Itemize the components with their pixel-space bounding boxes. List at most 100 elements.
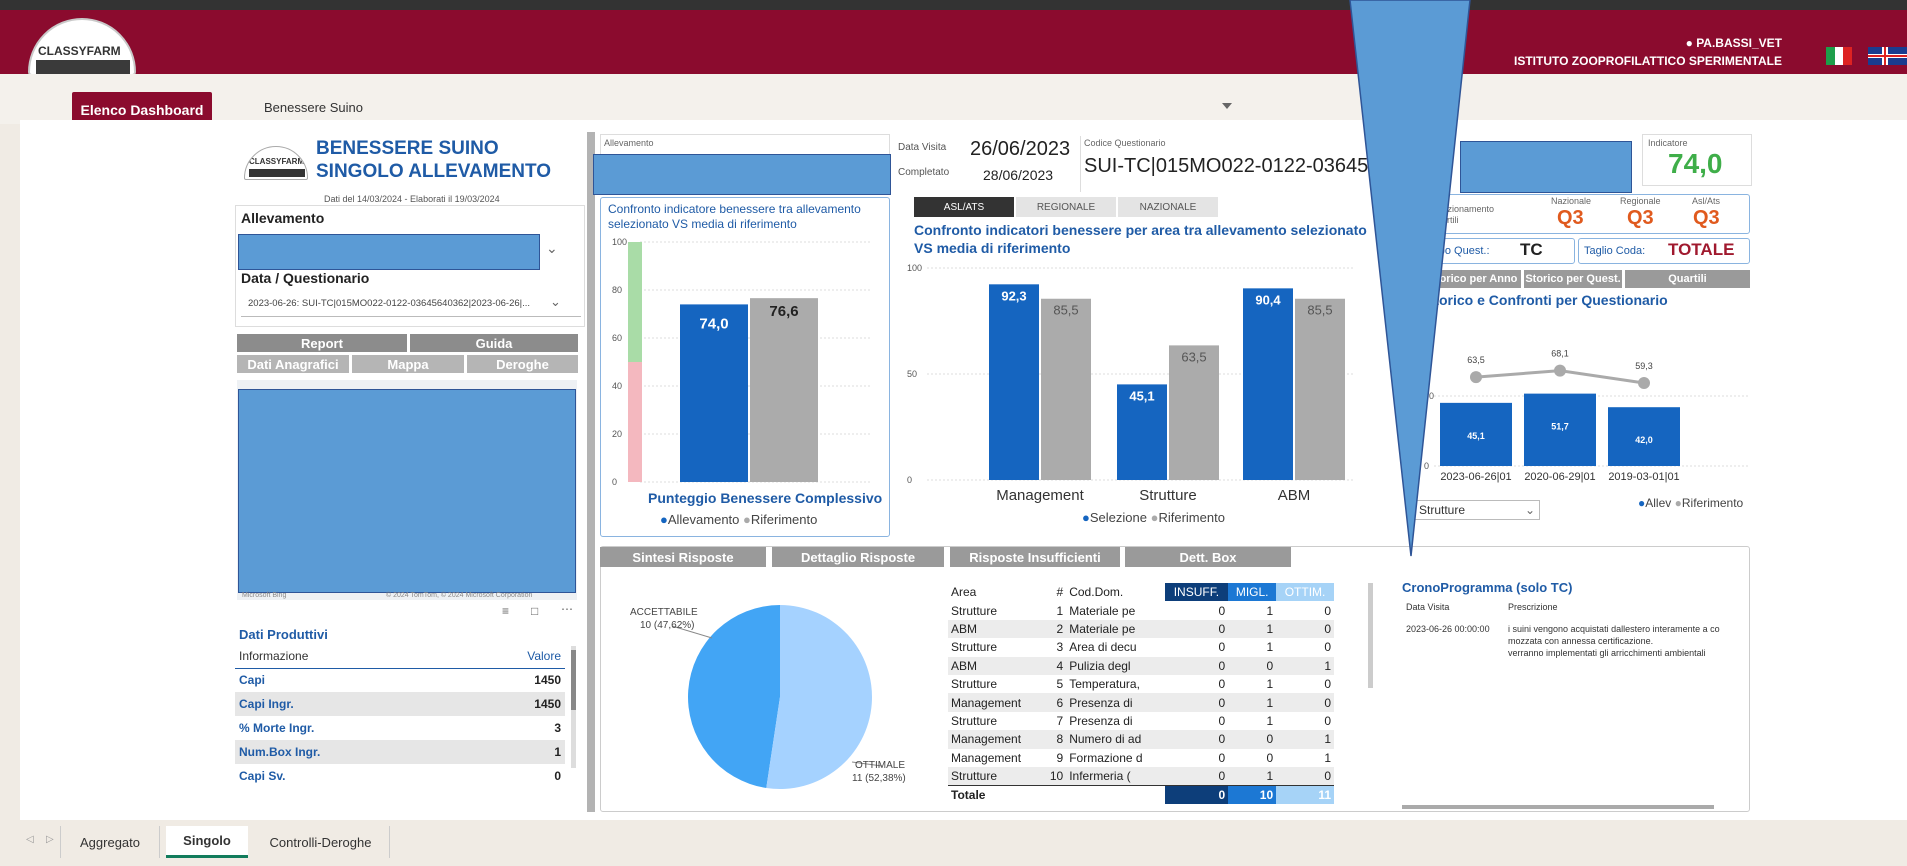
taglio-label: Taglio Coda:: [1584, 245, 1646, 257]
table-row[interactable]: ABM 2 Materiale pe 0 1 0: [948, 619, 1334, 639]
divider: [1080, 136, 1081, 192]
crono-header[interactable]: Prescrizione: [1508, 602, 1558, 612]
table-row: Capi 1450: [235, 668, 565, 692]
cell-num: 1: [1056, 603, 1064, 618]
chevron-down-icon[interactable]: ⌄: [550, 294, 561, 310]
total-migl: 10: [1228, 785, 1277, 804]
legend-riferimento: Riferimento: [750, 512, 818, 527]
column-header[interactable]: Informazione: [235, 644, 460, 668]
column-header[interactable]: INSUFF.: [1164, 583, 1229, 602]
table-scrollbar[interactable]: [571, 646, 576, 768]
row-value: 1450: [534, 697, 561, 711]
table-row[interactable]: Management 8 Numero di ad 0 0 1: [948, 730, 1334, 749]
chart1-plot[interactable]: 0 20 40 60 80 100 74,0 76,6: [600, 230, 890, 510]
cell-ottim: 0: [1324, 768, 1331, 783]
allevamento-card-label: Allevamento: [604, 138, 654, 148]
table-row[interactable]: Strutture 10 Infermeria (0 1 0: [948, 766, 1334, 786]
data-label: 90,4: [1255, 292, 1281, 307]
table-scrollbar[interactable]: [1368, 583, 1373, 688]
cell-insuff: 0: [1218, 768, 1226, 783]
cell-migl: 1: [1266, 621, 1274, 636]
column-header[interactable]: OTTIM.: [1276, 583, 1334, 602]
logo-text: CLASSYFARM: [38, 44, 121, 58]
table-row[interactable]: Management 9 Formazione d 0 0 1: [948, 748, 1334, 767]
dettaglio-risposte-button[interactable]: Dettaglio Risposte: [772, 547, 944, 567]
bar-selezione: [1243, 288, 1293, 480]
filter-icon[interactable]: ≡: [502, 604, 509, 618]
cell-num: 2: [1056, 621, 1064, 636]
dashboard-select-value[interactable]: Benessere Suino: [264, 100, 363, 115]
data-label: 68,1: [1551, 349, 1569, 359]
focus-mode-icon[interactable]: □: [531, 604, 538, 618]
bar-riferimento: [1295, 298, 1345, 480]
indicatore-label: Indicatore: [1648, 138, 1688, 148]
chart2-plot[interactable]: 0 50 100 92,3 85,5 Management 45,1 63,5 Struttur…: [905, 262, 1365, 512]
cell-cod: Materiale pe: [1069, 603, 1136, 618]
column-header[interactable]: #: [1042, 583, 1066, 601]
column-header[interactable]: Cod.Dom.: [1066, 583, 1164, 601]
column-header[interactable]: Valore: [460, 644, 565, 668]
cell-ottim: 0: [1324, 621, 1331, 636]
tab-prev-icon[interactable]: ◁: [26, 834, 34, 845]
tab-controlli-deroghe[interactable]: Controlli-Deroghe: [252, 826, 390, 858]
tab-singolo[interactable]: Singolo: [166, 826, 248, 858]
quartili-button[interactable]: Quartili: [1625, 270, 1750, 288]
cell-area: Strutture: [951, 768, 998, 783]
table-row[interactable]: Strutture 5 Temperatura, 0 1 0: [948, 674, 1334, 694]
crono-header[interactable]: Data Visita: [1406, 602, 1449, 612]
x-tick-label: 2019-03-01|01: [1608, 471, 1679, 483]
dett-box-button[interactable]: Dett. Box: [1125, 547, 1291, 567]
allevamento-card-redacted: [593, 154, 891, 195]
column-header[interactable]: Area: [948, 583, 1042, 601]
cell-migl: 1: [1266, 713, 1274, 728]
cell-ottim: 1: [1324, 750, 1331, 765]
tab-asl-ats[interactable]: ASL/ATS: [914, 197, 1014, 217]
completato-label: Completato: [898, 167, 950, 178]
table-row[interactable]: Strutture 1 Materiale pe 0 1 0: [948, 601, 1334, 620]
chevron-down-icon[interactable]: [1222, 103, 1232, 109]
column-header[interactable]: MIGL.: [1228, 583, 1277, 602]
cell-cod: Infermeria (: [1069, 768, 1131, 783]
tab-regionale[interactable]: REGIONALE: [1016, 197, 1116, 217]
table-row[interactable]: Strutture 3 Area di decu 0 1 0: [948, 638, 1334, 657]
risposte-insufficienti-button[interactable]: Risposte Insufficienti: [950, 547, 1120, 567]
total-insuff: 0: [1164, 785, 1229, 804]
uk-flag-icon[interactable]: [1868, 47, 1907, 65]
report-button[interactable]: Report: [237, 334, 407, 352]
chart2-legend: ●Selezione ●Riferimento: [1082, 510, 1225, 525]
tab-nazionale[interactable]: NAZIONALE: [1118, 197, 1218, 217]
storico-quest-button[interactable]: Storico per Quest.: [1524, 270, 1622, 288]
table-row: Capi Sv. 0: [235, 764, 565, 788]
deroghe-button[interactable]: Deroghe: [467, 355, 578, 373]
table-row[interactable]: ABM 4 Pulizia degl 0 0 1: [948, 656, 1334, 675]
chevron-down-icon[interactable]: ⌄: [546, 240, 558, 257]
dati-anagrafici-button[interactable]: Dati Anagrafici: [237, 355, 349, 373]
cell-area: ABM: [951, 658, 978, 673]
more-options-icon[interactable]: ⋯: [561, 602, 573, 616]
nazionale-header: Nazionale: [1551, 196, 1592, 206]
cell-insuff: 0: [1218, 621, 1226, 636]
cell-ottim: 1: [1324, 732, 1331, 747]
user-name[interactable]: PA.BASSI_VET: [1696, 36, 1782, 50]
cell-cod: Formazione d: [1069, 750, 1143, 765]
cell-num: 6: [1056, 695, 1064, 710]
tab-next-icon[interactable]: ▷: [46, 834, 54, 845]
italian-flag-icon[interactable]: [1826, 47, 1853, 65]
tab-aggregato[interactable]: Aggregato: [60, 826, 160, 858]
questionario-select[interactable]: 2023-06-26: SUI-TC|015MO022-0122-0364564…: [248, 298, 548, 309]
data-label: 45,1: [1129, 388, 1154, 403]
sintesi-risposte-button[interactable]: Sintesi Risposte: [600, 547, 766, 567]
crono-table: Data Visita Prescrizione 2023-06-26 00:0…: [1402, 598, 1748, 662]
data-visita-label: Data Visita: [898, 142, 947, 153]
pie-label-ottimale: OTTIMALE: [855, 760, 906, 771]
cell-area: Strutture: [951, 640, 998, 655]
table-row[interactable]: Management 6 Presenza di 0 1 0: [948, 693, 1334, 712]
total-row: Totale 0 10 11: [948, 785, 1334, 804]
crono-scrollbar[interactable]: [1402, 805, 1714, 809]
cell-migl: 0: [1266, 750, 1274, 765]
guida-button[interactable]: Guida: [410, 334, 578, 352]
user-icon: ●: [1685, 36, 1697, 50]
mappa-button[interactable]: Mappa: [352, 355, 464, 373]
table-row[interactable]: Strutture 7 Presenza di 0 1 0: [948, 711, 1334, 731]
cell-num: 9: [1056, 750, 1064, 765]
